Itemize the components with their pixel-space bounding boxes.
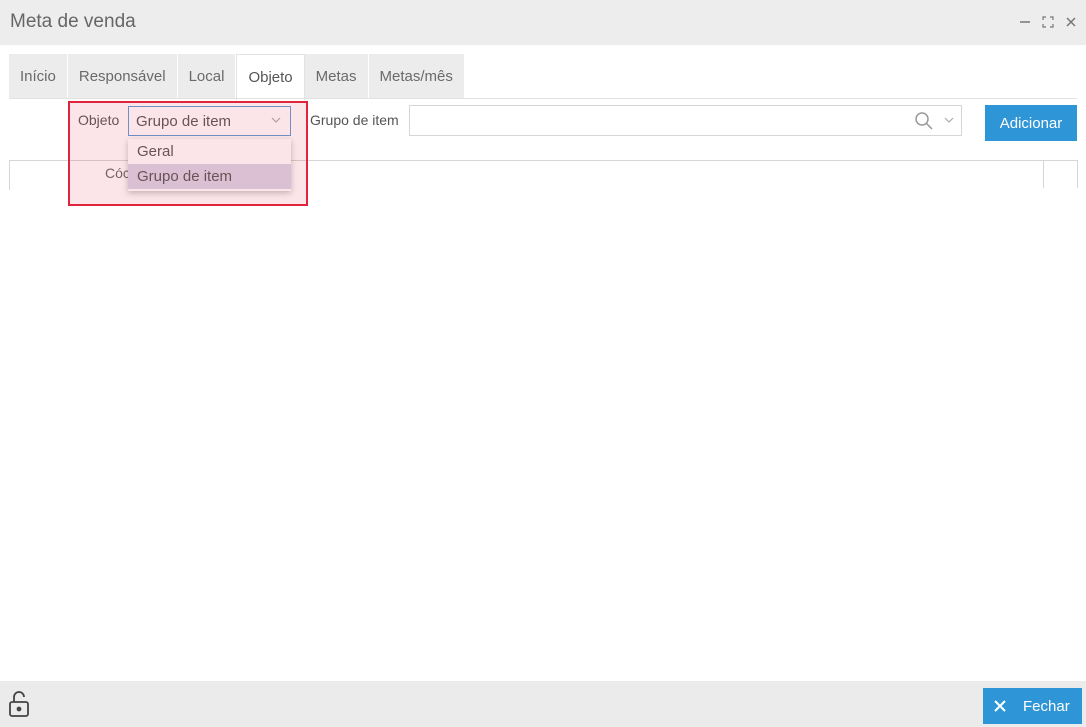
close-x-icon [993,699,1007,713]
tab-metas-mes[interactable]: Metas/mês [368,54,465,99]
window-controls [1018,13,1078,31]
close-button-label: Fechar [1023,697,1070,715]
tab-bar: Início Responsável Local Objeto Metas Me… [9,54,465,100]
tab-responsavel[interactable]: Responsável [67,54,178,99]
maximize-icon[interactable] [1041,13,1055,31]
window-titlebar: Meta de venda [0,0,1086,45]
tab-divider [9,98,1077,99]
tab-metas[interactable]: Metas [304,54,369,99]
grupo-de-item-lookup[interactable] [409,105,962,136]
minimize-icon[interactable] [1018,13,1032,31]
chevron-down-icon[interactable] [943,113,955,131]
window-footer [0,681,1086,727]
objeto-label: Objeto [78,112,120,128]
close-button[interactable]: Fechar [983,688,1082,724]
grid-column-header[interactable]: Cóc [105,165,130,181]
add-button[interactable]: Adicionar [985,105,1077,141]
close-icon[interactable] [1064,13,1078,31]
tab-local[interactable]: Local [177,54,237,99]
grupo-de-item-label: Grupo de item [310,112,399,128]
tab-objeto[interactable]: Objeto [236,54,305,100]
objeto-select[interactable]: Grupo de item [128,106,291,136]
grid-end-column [1043,160,1078,188]
objeto-select-value: Grupo de item [136,112,232,130]
unlock-icon[interactable] [8,690,30,723]
window-title: Meta de venda [10,11,136,32]
dropdown-option-geral[interactable]: Geral [128,139,291,164]
objeto-dropdown: Geral Grupo de item [128,139,291,191]
search-icon[interactable] [914,111,934,136]
tab-inicio[interactable]: Início [9,54,68,99]
dropdown-option-grupo-de-item[interactable]: Grupo de item [128,164,291,189]
chevron-down-icon [270,113,282,130]
